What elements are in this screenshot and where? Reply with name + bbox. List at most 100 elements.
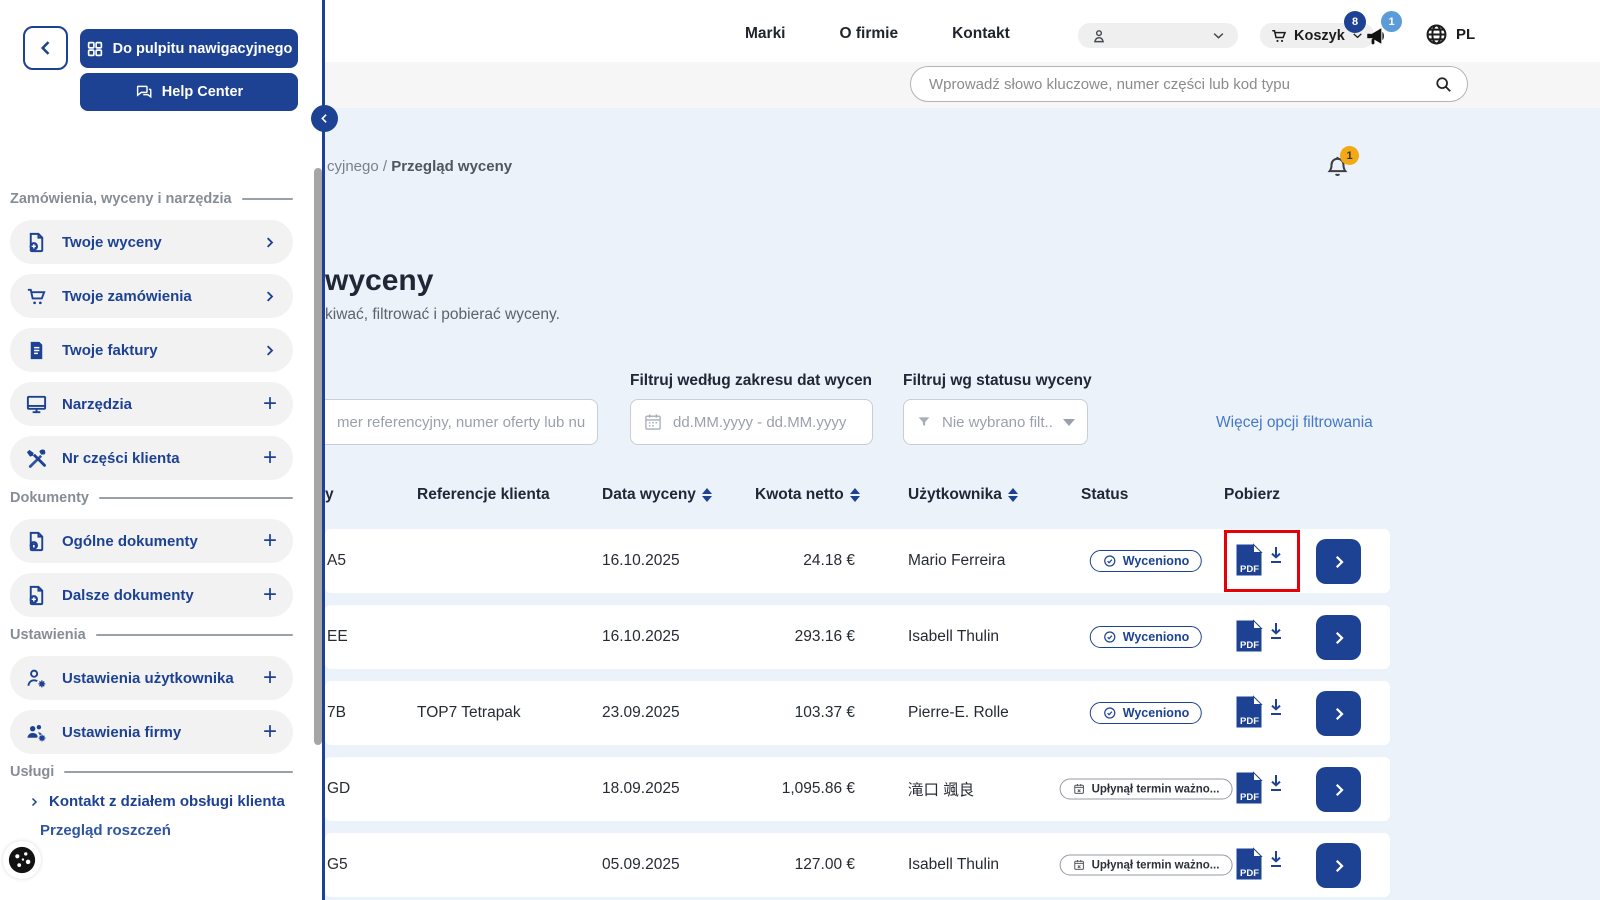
pdf-download-button[interactable]: PDF: [1235, 695, 1284, 729]
user-gear-icon: [25, 667, 48, 690]
chevron-down-icon: [1211, 28, 1226, 43]
row-open-button[interactable]: [1316, 539, 1361, 584]
table-row: A516.10.202524.18 €Mario FerreiraWycenio…: [325, 529, 1390, 593]
cookie-icon: [7, 845, 37, 875]
chevron-left-icon: [318, 112, 331, 125]
col-header-number: y: [325, 486, 334, 504]
chat-icon: [135, 83, 153, 101]
language-selector[interactable]: PL: [1424, 22, 1475, 47]
customer-reference: TOP7 Tetrapak: [417, 704, 521, 722]
nav-item-o-firmie[interactable]: O firmie: [840, 25, 899, 43]
pdf-file-icon: PDF: [1235, 619, 1263, 653]
pdf-download-button[interactable]: PDF: [1235, 771, 1284, 805]
quote-date: 18.09.2025: [602, 780, 680, 798]
quote-number: 7B: [327, 704, 346, 722]
status-filter-select[interactable]: Nie wybrano filt...: [903, 399, 1088, 445]
sidebar-item-narzędzia[interactable]: Narzędzia+: [10, 382, 293, 426]
quote-date: 05.09.2025: [602, 856, 680, 874]
status-filter-value: Nie wybrano filt...: [942, 414, 1053, 431]
chevron-down-icon: [1063, 419, 1075, 426]
svg-text:PDF: PDF: [1240, 640, 1259, 651]
row-open-button[interactable]: [1316, 615, 1361, 660]
sidebar-item-twoje-wyceny[interactable]: Twoje wyceny: [10, 220, 293, 264]
reference-search-field: [325, 399, 598, 445]
more-filter-options-link[interactable]: Więcej opcji filtrowania: [1216, 414, 1373, 432]
download-arrow-icon: [1268, 849, 1284, 869]
status-badge: Wyceniono: [1090, 702, 1202, 724]
sidebar-item-dalsze-dokumenty[interactable]: Dalsze dokumenty+: [10, 573, 293, 617]
col-header-amount[interactable]: Kwota netto: [755, 486, 860, 504]
search-icon[interactable]: [1434, 75, 1453, 94]
tools-icon: [25, 447, 48, 470]
date-range-placeholder: dd.MM.yyyy - dd.MM.yyyy: [673, 414, 846, 431]
sidebar-link-przegląd-roszczeń[interactable]: Przegląd roszczeń: [10, 822, 293, 839]
row-open-button[interactable]: [1316, 691, 1361, 736]
breadcrumb-parent[interactable]: cyjnego /: [327, 158, 391, 175]
pdf-download-button[interactable]: PDF: [1235, 847, 1284, 881]
chevron-left-icon: [36, 38, 56, 58]
notification-count-badge: 1: [1340, 146, 1359, 165]
search-input[interactable]: [929, 76, 1434, 93]
sidebar-section-label: Usługi: [10, 764, 293, 780]
date-range-picker[interactable]: dd.MM.yyyy - dd.MM.yyyy: [630, 399, 873, 445]
net-amount: 103.37 €: [695, 704, 855, 722]
chevron-right-icon: [262, 289, 277, 304]
sort-icon[interactable]: [1008, 488, 1018, 502]
quote-user: Isabell Thulin: [908, 628, 999, 646]
sidebar-scrollbar-thumb[interactable]: [314, 168, 322, 745]
download-arrow-icon: [1268, 773, 1284, 793]
table-row: G505.09.2025127.00 €Isabell ThulinUpłyną…: [325, 833, 1390, 897]
col-header-user[interactable]: Użytkownika: [908, 486, 1018, 504]
nav-item-marki[interactable]: Marki: [745, 25, 786, 43]
quote-user: Mario Ferreira: [908, 552, 1005, 570]
dashboard-button[interactable]: Do pulpitu nawigacyjnego: [80, 29, 298, 68]
invoice-icon: [25, 339, 48, 362]
sort-icon[interactable]: [702, 488, 712, 502]
sidebar-item-ustawienia-firmy[interactable]: Ustawienia firmy+: [10, 710, 293, 754]
help-center-button[interactable]: Help Center: [80, 73, 298, 111]
sort-icon[interactable]: [850, 488, 860, 502]
chevron-right-icon: [262, 343, 277, 358]
sidebar-section-label: Zamówienia, wyceny i narzędzia: [10, 191, 293, 207]
sidebar-link-kontakt-z-działem-obsługi-klienta[interactable]: Kontakt z działem obsługi klienta: [10, 793, 293, 810]
quote-date: 16.10.2025: [602, 628, 680, 646]
top-nav: Marki O firmie Kontakt: [745, 25, 1010, 43]
cookie-settings-button[interactable]: [3, 841, 41, 879]
quote-user: 滝口 颯良: [908, 778, 974, 800]
sidebar-item-nr-części-klienta[interactable]: Nr części klienta+: [10, 436, 293, 480]
pdf-download-button[interactable]: PDF: [1235, 619, 1284, 653]
plus-icon: +: [263, 446, 277, 470]
pdf-file-icon: PDF: [1235, 695, 1263, 729]
chevron-right-icon: [1330, 857, 1348, 875]
row-open-button[interactable]: [1316, 843, 1361, 888]
reference-search-input[interactable]: [337, 414, 585, 431]
sidebar-sections: Zamówienia, wyceny i narzędzia Twoje wyce…: [10, 183, 293, 851]
grid-icon: [86, 40, 104, 58]
quote-date: 16.10.2025: [602, 552, 680, 570]
nav-item-kontakt[interactable]: Kontakt: [952, 25, 1010, 43]
status-filter-label: Filtruj wg statusu wyceny: [903, 372, 1092, 390]
breadcrumb[interactable]: cyjnego / Przegląd wyceny: [327, 158, 512, 175]
back-button[interactable]: [23, 26, 68, 70]
sidebar-collapse-toggle[interactable]: [311, 105, 338, 132]
sidebar: Do pulpitu nawigacyjnego Help Center Zam…: [0, 0, 325, 900]
sidebar-item-ustawienia-użytkownika[interactable]: Ustawienia użytkownika+: [10, 656, 293, 700]
document-add-icon: [25, 584, 48, 607]
sidebar-item-twoje-zamówienia[interactable]: Twoje zamówienia: [10, 274, 293, 318]
check-circle-icon: [1103, 630, 1117, 644]
check-circle-icon: [1103, 554, 1117, 568]
cart-icon: [1270, 27, 1288, 45]
row-open-button[interactable]: [1316, 767, 1361, 812]
person-icon: [1090, 27, 1108, 45]
calendar-x-icon: [1073, 859, 1086, 872]
monitor-icon: [25, 393, 48, 416]
pdf-file-icon: PDF: [1235, 771, 1263, 805]
users-gear-icon: [25, 721, 48, 744]
plus-icon: +: [263, 583, 277, 607]
sidebar-item-ogólne-dokumenty[interactable]: Ogólne dokumenty+: [10, 519, 293, 563]
col-header-date[interactable]: Data wyceny: [602, 486, 712, 504]
sidebar-item-twoje-faktury[interactable]: Twoje faktury: [10, 328, 293, 372]
user-account-dropdown[interactable]: [1078, 23, 1238, 48]
col-header-reference: Referencje klienta: [417, 486, 550, 504]
site-search: [910, 66, 1468, 102]
